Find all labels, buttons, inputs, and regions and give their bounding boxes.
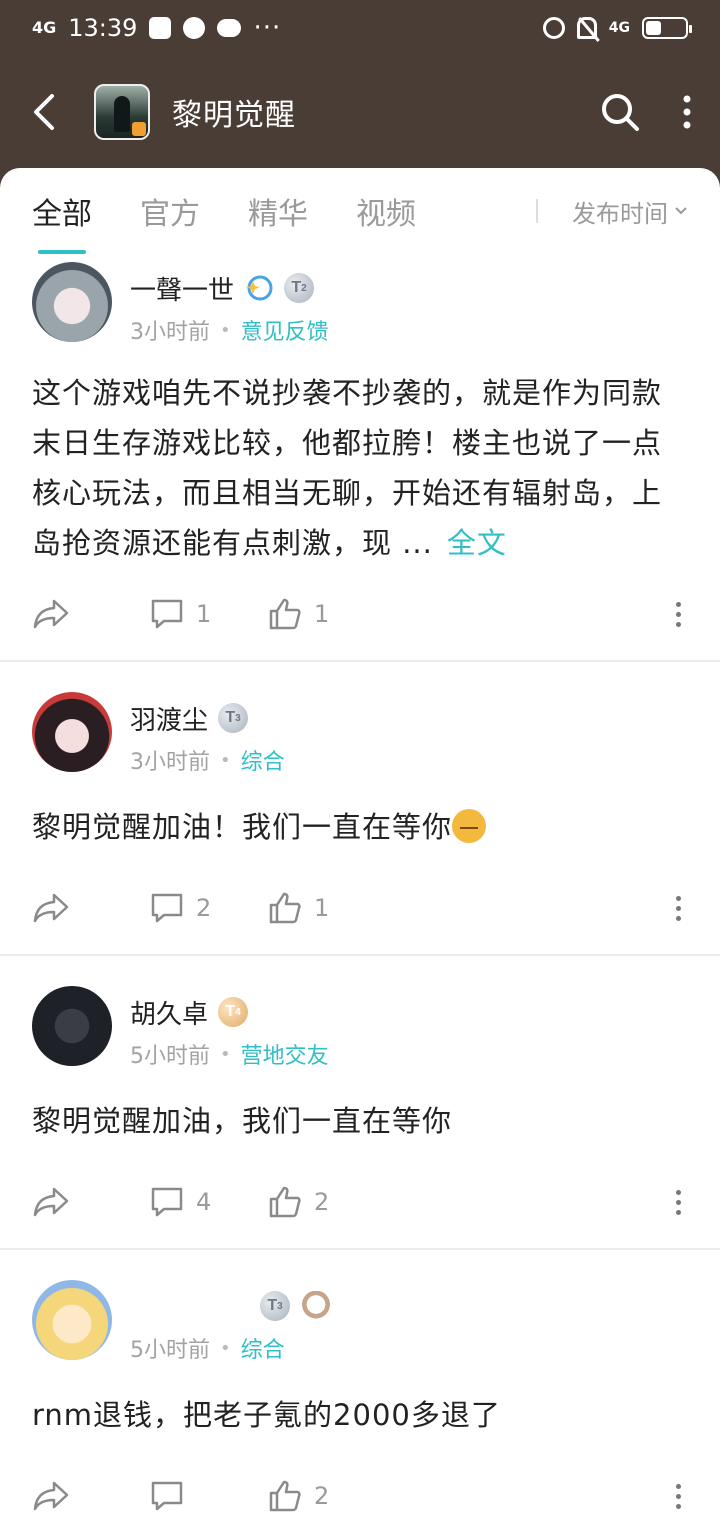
- more-options-icon[interactable]: [668, 1189, 688, 1215]
- comment-button[interactable]: 4: [150, 1186, 268, 1218]
- thumbs-up-icon: [269, 1480, 301, 1512]
- tab-featured[interactable]: 精华: [248, 168, 308, 254]
- level-badge-icon: T2: [284, 273, 315, 303]
- post-time: 5小时前: [130, 1338, 210, 1363]
- comment-button[interactable]: [150, 1480, 268, 1512]
- post-item[interactable]: T3 5小时前 • 综合 rnm退钱，把老子氪的2000多退了 2: [0, 1250, 720, 1520]
- username[interactable]: 羽渡尘: [130, 700, 208, 737]
- post-content[interactable]: rnm退钱，把老子氪的2000多退了: [32, 1390, 688, 1440]
- read-more-link[interactable]: 全文: [447, 526, 507, 560]
- status-time: 13:39: [68, 14, 138, 42]
- post-content[interactable]: 这个游戏咱先不说抄袭不抄袭的，就是作为同款末日生存游戏比较，他都拉胯！楼主也说了…: [32, 368, 688, 568]
- more-options-icon[interactable]: [668, 1483, 688, 1509]
- comment-count: 4: [196, 1188, 212, 1216]
- like-count: 1: [314, 894, 330, 922]
- post-item[interactable]: 一聲一世 T2 3小时前 • 意见反馈 这个游戏咱先不说抄袭不抄袭的，就是作为同…: [0, 254, 720, 662]
- post-time: 3小时前: [130, 320, 210, 345]
- search-icon[interactable]: [600, 92, 640, 132]
- tab-divider: [536, 199, 538, 223]
- post-item[interactable]: 胡久卓 T4 5小时前 • 营地交友 黎明觉醒加油，我们一直在等你 4 2: [0, 956, 720, 1250]
- comment-count: 2: [196, 894, 212, 922]
- comment-icon: [151, 893, 183, 923]
- like-count: 1: [314, 600, 330, 628]
- username[interactable]: 一聲一世: [130, 270, 234, 307]
- avatar[interactable]: [32, 262, 112, 342]
- comment-icon: [151, 1481, 183, 1511]
- share-icon: [33, 1187, 69, 1217]
- emoji-icon: [452, 809, 487, 843]
- sparkle-icon: [246, 275, 273, 301]
- network-icon: 4G: [608, 20, 630, 36]
- like-button[interactable]: 1: [268, 597, 668, 631]
- post-actions: 1 1: [32, 568, 688, 660]
- level-badge-icon: T3: [218, 703, 249, 733]
- comment-button[interactable]: 2: [150, 892, 268, 924]
- thumbs-up-icon: [269, 1186, 301, 1218]
- cow-badge-icon: [300, 1291, 332, 1321]
- thumbs-up-icon: [269, 892, 301, 924]
- battery-icon: [642, 17, 692, 39]
- avatar[interactable]: [32, 986, 112, 1066]
- like-button[interactable]: 2: [268, 1185, 668, 1219]
- more-options-icon[interactable]: [668, 601, 688, 627]
- share-icon: [33, 599, 69, 629]
- mute-icon: [576, 17, 597, 39]
- post-time: 3小时前: [130, 750, 210, 775]
- like-count: 2: [314, 1482, 330, 1510]
- game-logo[interactable]: [94, 84, 150, 140]
- comment-icon: [151, 1187, 183, 1217]
- chevron-down-icon: [675, 207, 687, 215]
- post-time: 5小时前: [130, 1044, 210, 1069]
- like-count: 2: [314, 1188, 330, 1216]
- share-icon: [33, 893, 69, 923]
- like-button[interactable]: 2: [268, 1479, 668, 1513]
- tab-all[interactable]: 全部: [32, 168, 92, 254]
- post-content[interactable]: 黎明觉醒加油，我们一直在等你: [32, 1096, 688, 1146]
- more-notifications-icon: ···: [253, 13, 282, 43]
- post-actions: 2: [32, 1450, 688, 1520]
- forum-tag[interactable]: 营地交友: [241, 1038, 329, 1070]
- back-icon[interactable]: [24, 92, 64, 132]
- forum-tag[interactable]: 意见反馈: [241, 314, 329, 346]
- post-item[interactable]: 羽渡尘 T3 3小时前 • 综合 黎明觉醒加油！我们一直在等你 2 1: [0, 662, 720, 956]
- tab-bar: 全部 官方 精华 视频 发布时间: [0, 168, 720, 254]
- level-badge-icon: T4: [218, 997, 249, 1027]
- avatar[interactable]: [32, 692, 112, 772]
- content-sheet: 全部 官方 精华 视频 发布时间 一聲一世 T2 3小时前 • 意见反馈 这个游…: [0, 168, 720, 1520]
- post-actions: 2 1: [32, 862, 688, 954]
- alarm-icon: [542, 17, 565, 39]
- post-content[interactable]: 黎明觉醒加油！我们一直在等你: [32, 802, 688, 852]
- post-actions: 4 2: [32, 1156, 688, 1248]
- like-button[interactable]: 1: [268, 891, 668, 925]
- forum-tag[interactable]: 综合: [241, 1332, 285, 1364]
- app-notification-icon: [183, 17, 206, 39]
- mail-notification-icon: [149, 17, 172, 39]
- app-bar: 黎明觉醒: [0, 56, 720, 168]
- comment-count: 1: [196, 600, 212, 628]
- forum-tag[interactable]: 综合: [241, 744, 285, 776]
- share-button[interactable]: [32, 1480, 150, 1512]
- username[interactable]: 胡久卓: [130, 994, 208, 1031]
- sort-label: 发布时间: [572, 199, 668, 228]
- share-button[interactable]: [32, 892, 150, 924]
- cloud-icon: [217, 19, 242, 37]
- signal-icon: 4G: [32, 18, 57, 37]
- thumbs-up-icon: [269, 598, 301, 630]
- page-title: 黎明觉醒: [172, 98, 296, 133]
- share-button[interactable]: [32, 598, 150, 630]
- tab-official[interactable]: 官方: [140, 168, 200, 254]
- more-options-icon[interactable]: [668, 895, 688, 921]
- status-bar: 4G 13:39 ··· 4G: [0, 0, 720, 56]
- share-button[interactable]: [32, 1186, 150, 1218]
- overflow-menu-icon[interactable]: [682, 95, 692, 129]
- share-icon: [33, 1481, 69, 1511]
- comment-button[interactable]: 1: [150, 598, 268, 630]
- comment-icon: [151, 599, 183, 629]
- sort-dropdown[interactable]: 发布时间: [572, 194, 688, 229]
- avatar[interactable]: [32, 1280, 112, 1360]
- tab-video[interactable]: 视频: [356, 168, 416, 254]
- level-badge-icon: T3: [260, 1291, 290, 1321]
